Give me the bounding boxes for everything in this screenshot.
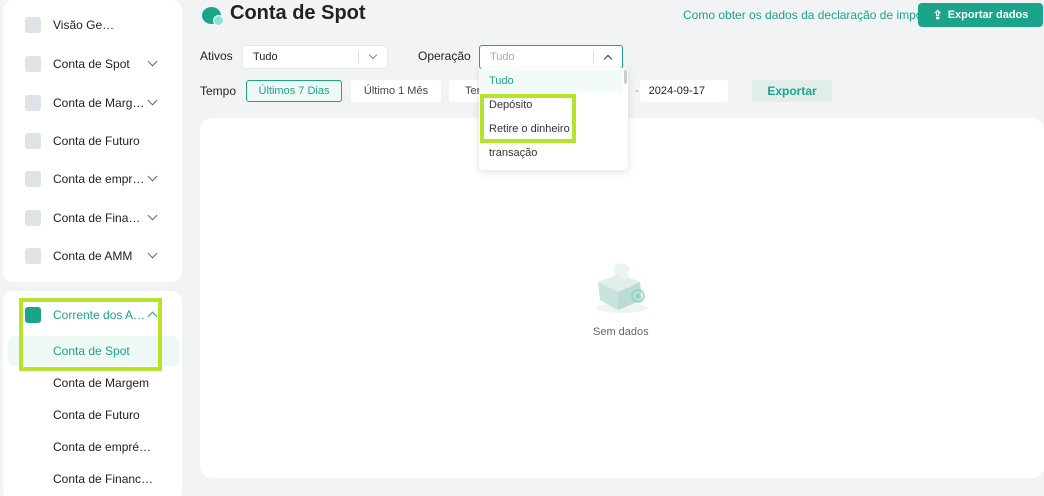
spot-wallet-icon xyxy=(25,56,41,72)
dropdown-option-transaction[interactable]: transação xyxy=(479,141,623,165)
sidebar-section-label: Corrente dos A… xyxy=(53,308,146,322)
sidebar-subitem-label: Conta de Futuro xyxy=(53,408,140,422)
chevron-down-icon xyxy=(147,171,158,182)
upload-icon: ⇪ xyxy=(932,8,943,22)
empty-box-icon xyxy=(596,263,648,313)
page-title: Conta de Spot xyxy=(230,2,366,24)
select-divider xyxy=(358,51,359,64)
sidebar-subitem-label: Conta de Spot xyxy=(53,344,130,358)
sidebar-item-label: Conta de Futuro xyxy=(53,134,140,148)
sidebar-item-finance-account[interactable]: Conta de Fina… xyxy=(3,203,182,233)
chevron-down-icon xyxy=(147,210,158,221)
statement-icon xyxy=(25,307,41,323)
export-data-label: Exportar dados xyxy=(947,9,1029,21)
sidebar-item-loan-account[interactable]: Conta de empr… xyxy=(3,164,182,194)
sidebar-subitem-label: Conta de Margem xyxy=(53,376,150,390)
assets-select[interactable]: Tudo xyxy=(242,45,388,69)
sidebar-item-label: Conta de AMM xyxy=(53,249,133,263)
finance-icon xyxy=(25,210,41,226)
time-last-7-days-button[interactable]: Últimos 7 Dias xyxy=(246,80,342,102)
records-panel: Sem dados xyxy=(200,118,1044,478)
sidebar-item-label: Conta de Fina… xyxy=(53,211,141,225)
loan-icon xyxy=(25,171,41,187)
sidebar-item-futures-account[interactable]: Conta de Futuro xyxy=(3,126,182,156)
assets-label: Ativos xyxy=(200,49,233,63)
assets-value: Tudo xyxy=(253,51,278,63)
operation-label: Operação xyxy=(418,49,471,63)
dropdown-option-withdraw[interactable]: Retire o dinheiro xyxy=(479,117,623,141)
export-button[interactable]: Exportar xyxy=(752,80,832,102)
sidebar-item-spot-account[interactable]: Conta de Spot xyxy=(3,49,182,79)
sidebar-subitem-finance[interactable]: Conta de Financ… xyxy=(8,464,179,494)
time-last-1-month-button[interactable]: Último 1 Mês xyxy=(351,80,441,102)
sidebar-item-label: Conta de empr… xyxy=(53,172,145,186)
chevron-down-icon xyxy=(147,56,158,67)
dropdown-option-deposit[interactable]: Depósito xyxy=(479,93,623,117)
sidebar-subitem-spot[interactable]: Conta de Spot xyxy=(8,336,179,366)
sidebar-statement-card: Corrente dos A… Conta de Spot Conta de M… xyxy=(3,291,182,496)
sidebar-subitem-label: Conta de empré… xyxy=(53,440,152,454)
sidebar-item-label: Visão Ge… xyxy=(53,18,115,32)
spot-account-icon xyxy=(202,7,224,26)
empty-state-text: Sem dados xyxy=(593,326,649,338)
dropdown-option-all[interactable]: Tudo xyxy=(479,69,623,93)
operation-dropdown: Tudo Depósito Retire o dinheiro transaçã… xyxy=(479,68,628,170)
sidebar-subitem-margin[interactable]: Conta de Margem xyxy=(8,368,179,398)
chevron-down-icon xyxy=(147,95,158,106)
operation-placeholder: Tudo xyxy=(490,51,515,63)
futures-icon xyxy=(25,133,41,149)
sidebar-accounts-card: Visão Ge… Conta de Spot Conta de Marg… C… xyxy=(3,0,182,282)
sidebar-subitem-loan[interactable]: Conta de empré… xyxy=(8,432,179,462)
date-separator: - xyxy=(635,85,639,97)
export-data-button[interactable]: ⇪ Exportar dados xyxy=(918,3,1043,27)
end-date-input[interactable]: - 2024-09-17 xyxy=(635,80,728,102)
tax-declaration-link[interactable]: Como obter os dados da declaração de imp… xyxy=(683,8,945,22)
operation-select[interactable]: Tudo xyxy=(479,45,623,69)
amm-icon xyxy=(25,248,41,264)
chevron-down-icon xyxy=(147,248,158,259)
sidebar-subitem-label: Conta de Financ… xyxy=(53,472,154,486)
sidebar-item-overview[interactable]: Visão Ge… xyxy=(3,10,182,40)
dropdown-scrollbar[interactable] xyxy=(624,70,627,84)
end-date-value: 2024-09-17 xyxy=(648,85,705,97)
sidebar-subitem-futures[interactable]: Conta de Futuro xyxy=(8,400,179,430)
chevron-up-icon xyxy=(603,54,613,64)
sidebar-item-label: Conta de Marg… xyxy=(53,96,145,110)
chevron-up-icon xyxy=(147,311,158,322)
time-label: Tempo xyxy=(200,84,237,98)
select-divider xyxy=(593,51,594,64)
sidebar-item-label: Conta de Spot xyxy=(53,57,130,71)
overview-icon xyxy=(25,17,41,33)
margin-percent-icon xyxy=(25,95,41,111)
chevron-down-icon xyxy=(368,50,378,60)
sidebar-item-amm-account[interactable]: Conta de AMM xyxy=(3,241,182,271)
sidebar-section-statement[interactable]: Corrente dos A… xyxy=(3,300,182,330)
sidebar-item-margin-account[interactable]: Conta de Marg… xyxy=(3,88,182,118)
